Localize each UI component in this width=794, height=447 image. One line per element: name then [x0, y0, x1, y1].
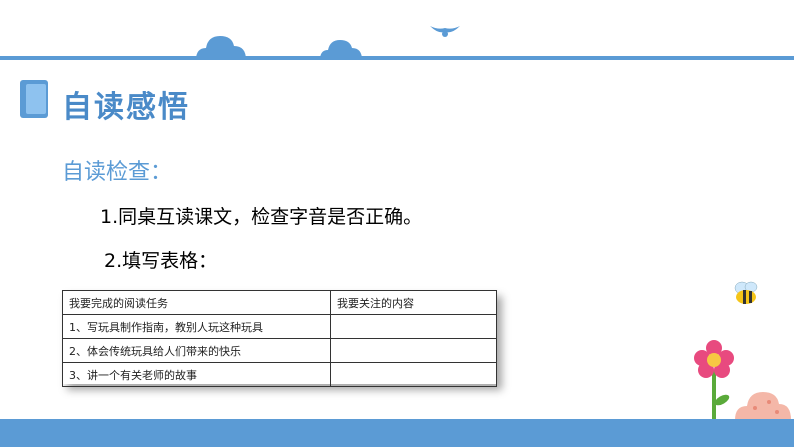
table-cell: 2、体会传统玩具给人们带来的快乐: [62, 338, 331, 363]
page-title: 自读感悟: [62, 90, 190, 125]
section-subtitle: 自读检查：: [62, 160, 173, 185]
bush-icon: [735, 392, 791, 420]
table-header-cell: 我要完成的阅读任务: [62, 290, 331, 315]
step-1-text: 1.同桌互读课文，检查字音是否正确。: [100, 206, 423, 228]
table-cell[interactable]: [330, 362, 497, 387]
table-row: 2、体会传统玩具给人们带来的快乐: [62, 338, 497, 363]
table-header-row: 我要完成的阅读任务 我要关注的内容: [62, 290, 497, 315]
table-cell: 3、讲一个有关老师的故事: [62, 362, 331, 387]
bottom-bar: [0, 419, 794, 447]
top-divider-line: [0, 56, 794, 60]
table-header-cell: 我要关注的内容: [330, 290, 497, 315]
table-cell[interactable]: [330, 314, 497, 339]
table-cell[interactable]: [330, 338, 497, 363]
cloud-icon: [320, 40, 362, 60]
table-row: 1、写玩具制作指南，教别人玩这种玩具: [62, 314, 497, 339]
book-icon: [20, 80, 48, 118]
table-cell: 1、写玩具制作指南，教别人玩这种玩具: [62, 314, 331, 339]
cloud-icon: [196, 36, 246, 60]
bee-icon: [734, 281, 758, 304]
bird-icon: [430, 26, 460, 37]
table-row: 3、讲一个有关老师的故事: [62, 362, 497, 387]
step-2-text: 2.填写表格：: [104, 250, 218, 272]
reading-task-table: 我要完成的阅读任务 我要关注的内容 1、写玩具制作指南，教别人玩这种玩具 2、体…: [62, 290, 497, 387]
